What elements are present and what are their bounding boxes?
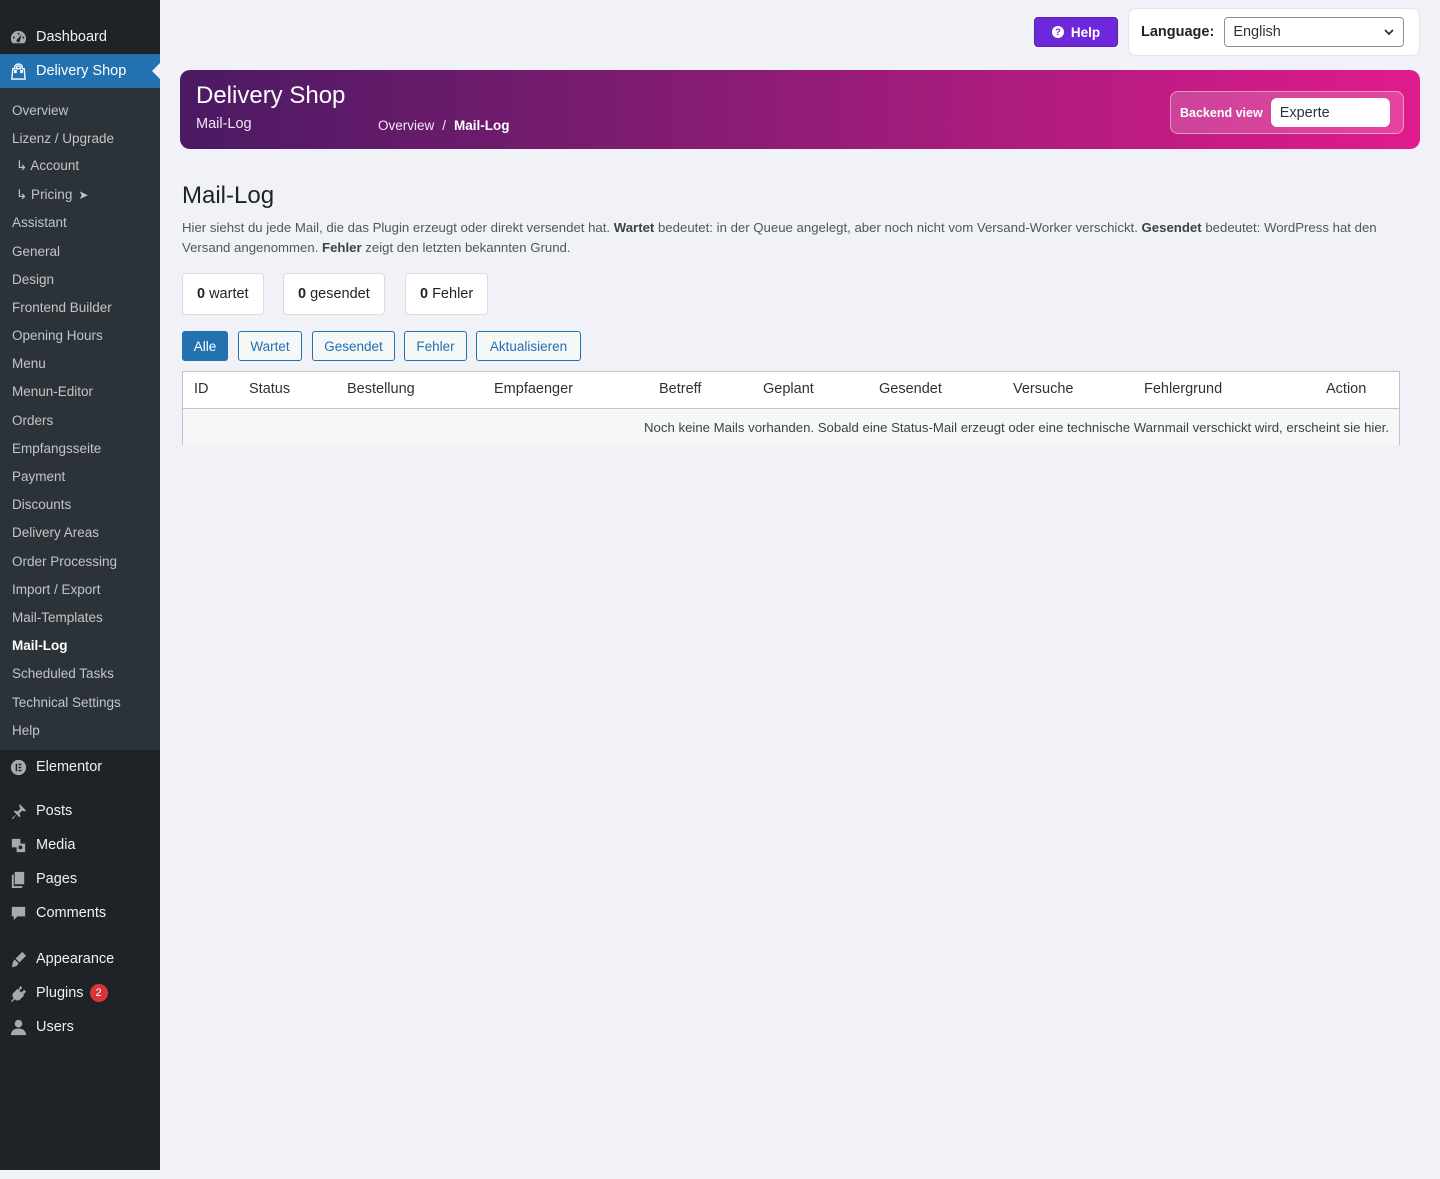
- column-header[interactable]: ID: [194, 381, 209, 397]
- menu-label: Elementor: [36, 759, 103, 776]
- help-button[interactable]: ? Help: [1034, 17, 1118, 47]
- menu-media[interactable]: Media: [0, 828, 160, 862]
- banner-subtitle: Mail-Log: [196, 116, 252, 132]
- menu-appearance[interactable]: Appearance: [0, 942, 160, 976]
- sub-item-scheduled-tasks[interactable]: Scheduled Tasks: [0, 660, 160, 688]
- breadcrumb-overview[interactable]: Overview: [378, 118, 434, 133]
- stat-fehler: 0 Fehler: [405, 273, 489, 315]
- sub-item-lizenz-upgrade[interactable]: Lizenz / Upgrade: [0, 124, 160, 152]
- sub-item-pricing[interactable]: ↳ Pricing ➤: [0, 181, 160, 209]
- menu-label: Users: [36, 1019, 74, 1036]
- page-description: Hier siehst du jede Mail, die das Plugin…: [182, 220, 1377, 255]
- menu-label: Plugins: [36, 985, 84, 1002]
- arrow-icon: ➤: [78, 187, 89, 202]
- delivery-shop-submenu: Overview Lizenz / Upgrade ↳ Account ↳ Pr…: [0, 88, 160, 751]
- column-header[interactable]: Action: [1326, 381, 1366, 397]
- filter-wartet-button[interactable]: Wartet: [238, 331, 302, 361]
- column-header[interactable]: Status: [249, 381, 290, 397]
- backend-view-switcher: Backend view Experte: [1170, 91, 1404, 134]
- breadcrumb-current: Mail-Log: [454, 118, 510, 133]
- sub-item-payment[interactable]: Payment: [0, 462, 160, 490]
- menu-plugins[interactable]: Plugins 2: [0, 976, 160, 1010]
- admin-sidebar: Dashboard Delivery Shop Overview Lizenz …: [0, 0, 160, 1170]
- menu-label: Pages: [36, 871, 78, 888]
- menu-label: Appearance: [36, 951, 115, 968]
- page-title: Mail-Log: [182, 182, 275, 209]
- sub-item-opening-hours[interactable]: Opening Hours: [0, 322, 160, 350]
- menu-pages[interactable]: Pages: [0, 862, 160, 896]
- question-icon: ?: [1051, 26, 1064, 38]
- menu-dashboard[interactable]: Dashboard: [0, 20, 160, 54]
- column-header[interactable]: Empfaenger: [494, 381, 573, 397]
- user-icon: [0, 1018, 36, 1037]
- sub-item-overview[interactable]: Overview: [0, 96, 160, 124]
- plugins-update-badge: 2: [89, 984, 108, 1003]
- comment-icon: [0, 904, 36, 923]
- filter-alle-button[interactable]: Alle: [182, 331, 228, 361]
- stat-gesendet: 0 gesendet: [283, 273, 385, 315]
- chevron-down-icon: [1384, 29, 1394, 36]
- sub-item-order-processing[interactable]: Order Processing: [0, 547, 160, 575]
- menu-label: Media: [36, 837, 76, 854]
- sub-item-menu[interactable]: Menu: [0, 350, 160, 378]
- sub-item-delivery-areas[interactable]: Delivery Areas: [0, 519, 160, 547]
- sub-item-technical-settings[interactable]: Technical Settings: [0, 688, 160, 716]
- brush-icon: [0, 950, 36, 969]
- column-header[interactable]: Versuche: [1013, 381, 1073, 397]
- breadcrumb-separator: /: [442, 118, 447, 133]
- pin-icon: [0, 802, 36, 821]
- language-label: Language:: [1141, 24, 1215, 40]
- column-header[interactable]: Fehlergrund: [1144, 381, 1222, 397]
- column-header[interactable]: Bestellung: [347, 381, 415, 397]
- shop-bag-icon: [0, 62, 36, 81]
- column-header[interactable]: Geplant: [763, 381, 814, 397]
- sub-item-menun-editor[interactable]: Menun-Editor: [0, 378, 160, 406]
- plugin-icon: [0, 984, 36, 1003]
- sub-item-help[interactable]: Help: [0, 716, 160, 744]
- sub-item-orders[interactable]: Orders: [0, 406, 160, 434]
- backend-view-select[interactable]: Experte: [1270, 98, 1390, 127]
- table-empty-row: Noch keine Mails vorhanden. Sobald eine …: [183, 409, 1399, 445]
- refresh-button[interactable]: Aktualisieren: [476, 331, 581, 361]
- backend-view-label: Backend view: [1180, 105, 1263, 120]
- banner-title: Delivery Shop: [196, 82, 346, 109]
- menu-users[interactable]: Users: [0, 1010, 160, 1044]
- mail-log-table: ID Status Bestellung Empfaenger Betreff …: [182, 371, 1400, 445]
- menu-elementor[interactable]: Elementor: [0, 750, 160, 784]
- sub-item-empfangsseite[interactable]: Empfangsseite: [0, 434, 160, 462]
- sub-item-account[interactable]: ↳ Account: [0, 152, 160, 180]
- sub-item-import-export[interactable]: Import / Export: [0, 575, 160, 603]
- stat-wartet: 0 wartet: [182, 273, 264, 315]
- pages-icon: [0, 870, 36, 889]
- menu-comments[interactable]: Comments: [0, 896, 160, 930]
- menu-label: Dashboard: [36, 29, 107, 45]
- sub-item-frontend-builder[interactable]: Frontend Builder: [0, 293, 160, 321]
- media-icon: [0, 836, 36, 855]
- menu-label: Posts: [36, 803, 73, 820]
- empty-message: Noch keine Mails vorhanden. Sobald eine …: [644, 419, 1389, 435]
- page-header-banner: Delivery Shop Mail-Log Overview / Mail-L…: [180, 70, 1420, 149]
- sub-item-mail-log[interactable]: Mail-Log: [0, 632, 160, 660]
- table-header: ID Status Bestellung Empfaenger Betreff …: [183, 372, 1399, 409]
- filter-gesendet-button[interactable]: Gesendet: [312, 331, 395, 361]
- menu-label: Comments: [36, 905, 107, 922]
- dashboard-icon: [0, 28, 36, 47]
- menu-posts[interactable]: Posts: [0, 794, 160, 828]
- elementor-icon: [0, 758, 36, 777]
- language-select[interactable]: English: [1224, 17, 1405, 47]
- menu-delivery-shop[interactable]: Delivery Shop: [0, 54, 160, 88]
- sub-item-general[interactable]: General: [0, 237, 160, 265]
- breadcrumb: Overview / Mail-Log: [378, 118, 510, 133]
- menu-label: Delivery Shop: [36, 63, 127, 79]
- sub-item-design[interactable]: Design: [0, 265, 160, 293]
- column-header[interactable]: Betreff: [659, 381, 701, 397]
- column-header[interactable]: Gesendet: [879, 381, 942, 397]
- language-switcher: Language: English: [1128, 8, 1420, 56]
- sub-item-mail-templates[interactable]: Mail-Templates: [0, 603, 160, 631]
- sub-item-assistant[interactable]: Assistant: [0, 209, 160, 237]
- filter-fehler-button[interactable]: Fehler: [404, 331, 467, 361]
- sub-item-discounts[interactable]: Discounts: [0, 491, 160, 519]
